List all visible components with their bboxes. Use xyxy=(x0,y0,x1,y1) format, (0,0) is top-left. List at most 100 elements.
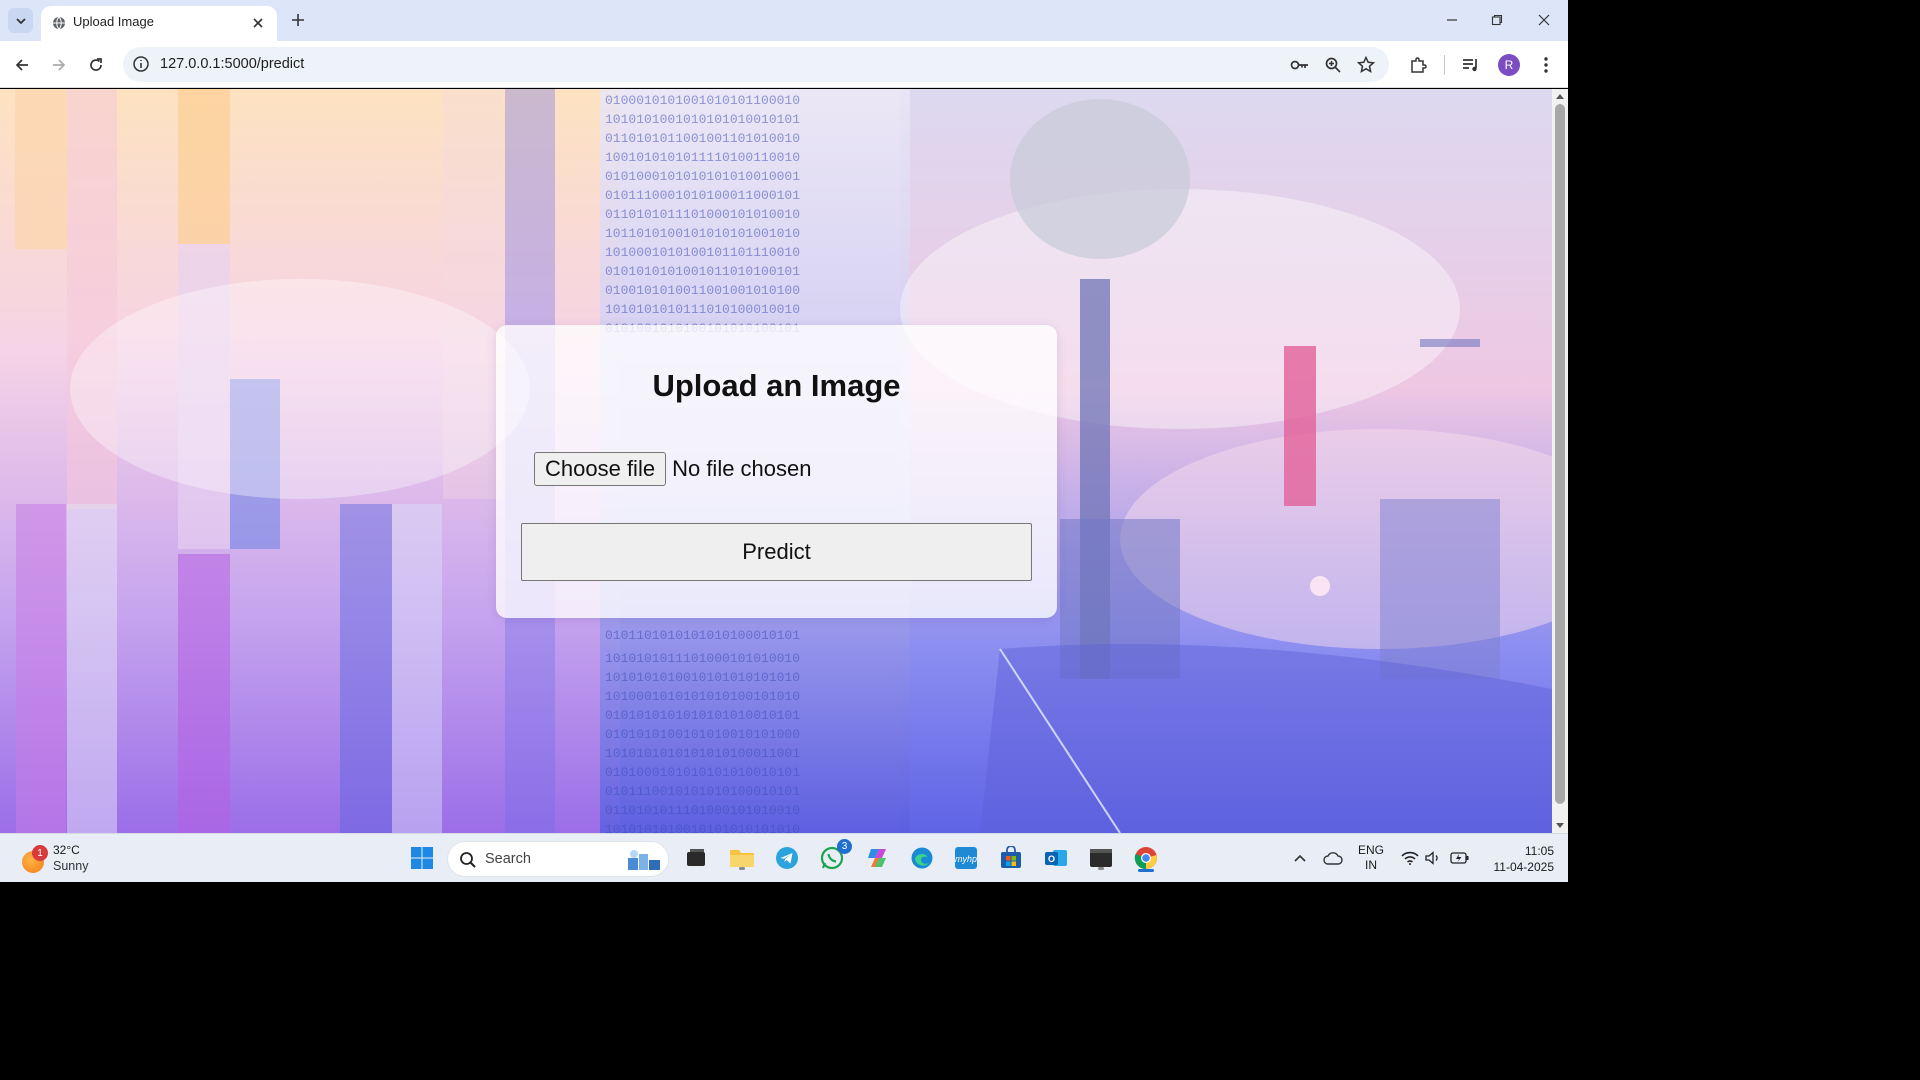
running-indicator xyxy=(739,867,745,870)
clock[interactable]: 11:05 11-04-2025 xyxy=(1482,843,1555,875)
language-code: ENG xyxy=(1358,843,1385,857)
scroll-thumb[interactable] xyxy=(1555,104,1565,804)
edge-button[interactable] xyxy=(907,843,937,873)
active-tab[interactable]: Upload Image xyxy=(41,6,277,41)
arrow-left-icon xyxy=(15,59,28,71)
toolbar-divider xyxy=(1444,55,1445,75)
terminal-icon xyxy=(1090,849,1112,867)
key-icon xyxy=(1290,60,1308,70)
back-button[interactable] xyxy=(9,52,35,78)
svg-text:1010101010111010100010010: 1010101010111010100010010 xyxy=(605,302,800,317)
predict-button[interactable]: Predict xyxy=(521,523,1032,581)
tab-search-button[interactable] xyxy=(8,8,33,33)
svg-text:1010001010100101101110010: 1010001010100101101110010 xyxy=(605,245,800,260)
page-scrollbar[interactable] xyxy=(1552,89,1568,833)
page-viewport: 0100010101001010101100010 10101010010101… xyxy=(0,89,1552,833)
profile-avatar[interactable]: R xyxy=(1498,54,1520,76)
file-explorer-button[interactable] xyxy=(727,843,757,873)
onedrive-button[interactable] xyxy=(1319,843,1347,873)
task-view-icon xyxy=(687,849,705,866)
address-bar[interactable]: 127.0.0.1:5000/predict xyxy=(123,47,1389,82)
menu-button[interactable] xyxy=(1534,53,1558,77)
info-icon[interactable] xyxy=(132,55,150,73)
search-icon xyxy=(460,852,476,868)
svg-text:0101010101001011010100101: 0101010101001011010100101 xyxy=(605,264,800,279)
battery-charging-icon xyxy=(1450,852,1469,864)
file-input[interactable]: Choose file No file chosen xyxy=(534,452,812,486)
myhp-button[interactable]: myhp xyxy=(951,843,981,873)
clock-date: 11-04-2025 xyxy=(1493,860,1555,874)
svg-text:0101000101010101010010001: 0101000101010101010010001 xyxy=(605,169,800,184)
taskbar-search[interactable]: Search xyxy=(447,841,669,877)
active-indicator xyxy=(1138,869,1154,872)
svg-text:0100101010011001001010100: 0100101010011001001010100 xyxy=(605,283,800,298)
svg-text:0101110001010100011000101: 0101110001010100011000101 xyxy=(605,188,800,203)
upload-card: Upload an Image Choose file No file chos… xyxy=(496,325,1057,618)
browser-toolbar: 127.0.0.1:5000/predict R xyxy=(0,41,1568,88)
outlook-icon: O xyxy=(1045,850,1067,866)
puzzle-icon xyxy=(1411,57,1427,73)
whatsapp-button[interactable]: 3 xyxy=(817,839,852,873)
edge-icon xyxy=(911,847,933,869)
svg-text:0110101011001001101010010: 0110101011001001101010010 xyxy=(605,131,800,146)
telegram-icon xyxy=(776,847,798,869)
choose-file-button[interactable]: Choose file xyxy=(534,452,667,486)
cloud-icon xyxy=(1323,852,1343,865)
tab-title: Upload Image xyxy=(73,14,154,29)
svg-text:0110101011101000101010010: 0110101011101000101010010 xyxy=(605,207,800,222)
page-title: Upload an Image xyxy=(652,368,901,403)
task-view-button[interactable] xyxy=(681,843,711,873)
chrome-button[interactable] xyxy=(1131,843,1161,873)
store-button[interactable] xyxy=(996,843,1026,873)
svg-text:0101010101010101010010101: 0101010101010101010010101 xyxy=(605,708,800,723)
file-status-text: No file chosen xyxy=(672,456,812,481)
scroll-up-icon[interactable] xyxy=(1555,92,1565,102)
url-text[interactable]: 127.0.0.1:5000/predict xyxy=(160,56,304,72)
svg-text:1010001010101010100101010: 1010001010101010100101010 xyxy=(605,689,800,704)
outlook-button[interactable]: O xyxy=(1041,843,1071,873)
show-hidden-icons-button[interactable] xyxy=(1287,843,1313,873)
copilot-button[interactable] xyxy=(862,843,892,873)
extensions-button[interactable] xyxy=(1406,53,1430,77)
telegram-button[interactable] xyxy=(772,843,802,873)
clock-time: 11:05 xyxy=(1524,844,1554,858)
weather-widget[interactable]: 1 32°C Sunny xyxy=(20,841,100,877)
svg-text:0100010101001010101100010: 0100010101001010101100010 xyxy=(605,93,800,108)
zoom-button[interactable] xyxy=(1322,54,1344,76)
scroll-down-icon[interactable] xyxy=(1555,820,1565,830)
tab-close-button[interactable] xyxy=(247,12,269,34)
password-key-button[interactable] xyxy=(1289,54,1311,76)
chevron-down-icon xyxy=(15,17,26,24)
minimize-icon xyxy=(1447,19,1457,21)
minimize-button[interactable] xyxy=(1437,6,1467,34)
close-icon xyxy=(1538,14,1550,26)
svg-text:1010101010010101010101010: 1010101010010101010101010 xyxy=(605,822,800,833)
volume-button[interactable] xyxy=(1422,843,1444,873)
svg-text:1010101010101010100011001: 1010101010101010100011001 xyxy=(605,746,800,761)
forward-button[interactable] xyxy=(46,52,72,78)
terminal-button[interactable] xyxy=(1086,843,1116,873)
media-control-button[interactable] xyxy=(1459,53,1483,77)
battery-button[interactable] xyxy=(1447,843,1473,873)
windows-taskbar: 1 32°C Sunny Search 3 myhp O ENG IN 11:0… xyxy=(0,833,1568,882)
copilot-icon xyxy=(868,849,886,867)
start-button[interactable] xyxy=(407,843,437,873)
reload-button[interactable] xyxy=(83,52,109,78)
plus-icon xyxy=(292,14,304,26)
wifi-button[interactable] xyxy=(1398,843,1422,873)
chevron-up-icon xyxy=(1294,854,1306,862)
globe-icon xyxy=(53,16,65,30)
new-tab-button[interactable] xyxy=(287,9,309,31)
svg-text:0101000101010101010010101: 0101000101010101010010101 xyxy=(605,765,800,780)
svg-text:O: O xyxy=(1048,854,1055,864)
svg-text:0101110010101010100010101: 0101110010101010100010101 xyxy=(605,784,800,799)
language-indicator[interactable]: ENG IN xyxy=(1358,843,1384,873)
star-icon xyxy=(1357,56,1375,74)
folder-icon xyxy=(730,850,754,867)
close-window-button[interactable] xyxy=(1529,6,1559,34)
restore-button[interactable] xyxy=(1482,6,1512,34)
svg-text:1010101001010101010010101: 1010101001010101010010101 xyxy=(605,112,800,127)
restore-icon xyxy=(1491,14,1503,26)
bookmark-button[interactable] xyxy=(1355,54,1377,76)
svg-text:1001010101011110100110010: 1001010101011110100110010 xyxy=(605,150,800,165)
